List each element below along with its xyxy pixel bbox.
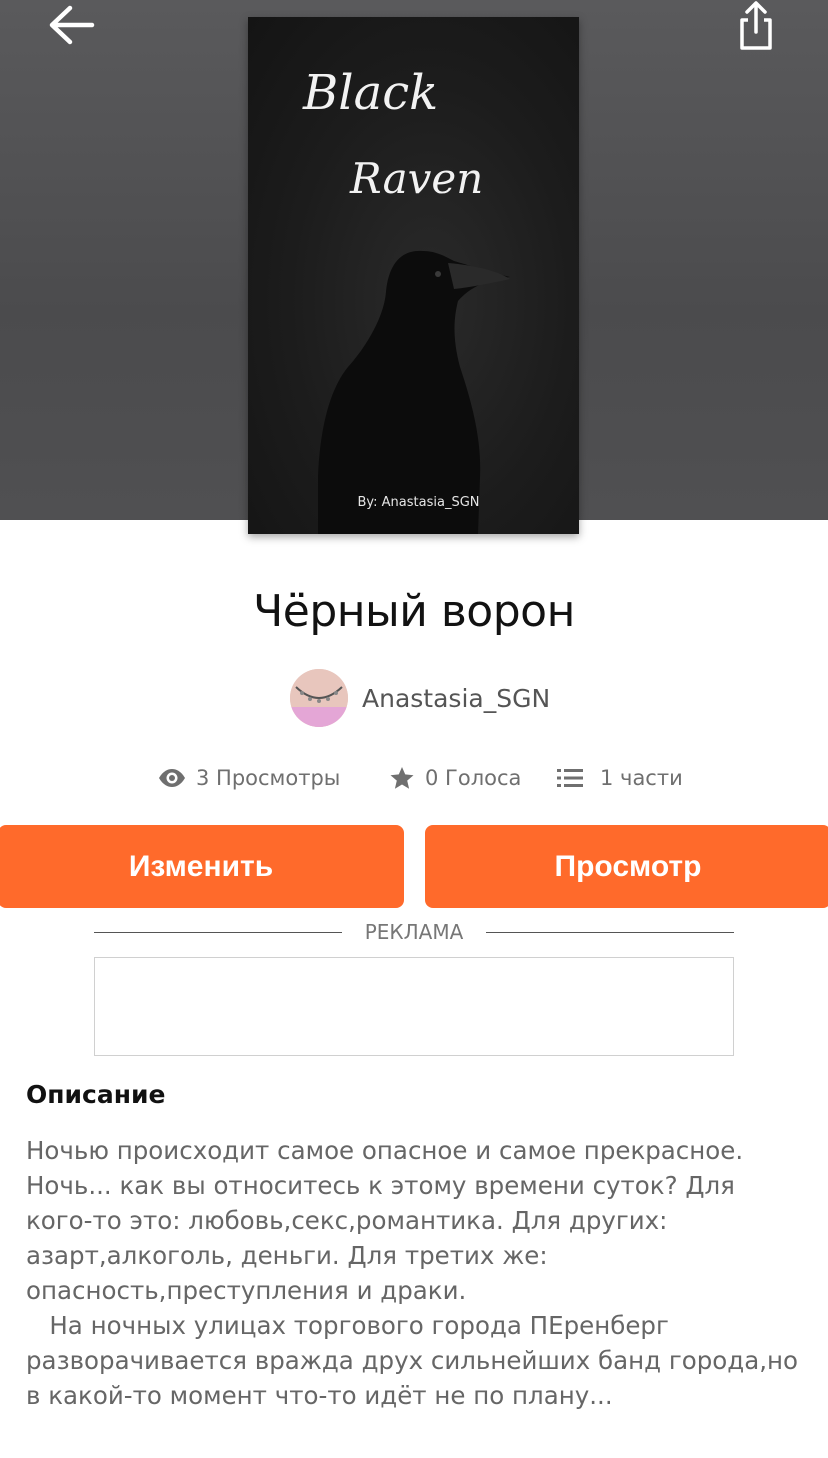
description-heading: Описание <box>26 1080 166 1109</box>
share-button[interactable] <box>732 0 780 54</box>
edit-button[interactable]: Изменить <box>0 825 404 908</box>
eye-icon <box>159 769 185 787</box>
parts-stat: 1 части <box>556 758 683 798</box>
arrow-left-icon <box>49 5 95 45</box>
list-icon <box>557 769 583 787</box>
ad-slot[interactable] <box>94 957 734 1056</box>
share-icon <box>740 1 772 50</box>
cover-author: By: Anastasia_SGN <box>357 495 480 510</box>
parts-count: 1 части <box>600 766 683 790</box>
cover-art: Black Raven <box>302 65 510 534</box>
views-stat: 3 Просмотры <box>158 758 340 798</box>
votes-count: 0 Голоса <box>425 766 522 790</box>
description-text: Ночью происходит самое опасное и самое п… <box>26 1136 799 1410</box>
ad-label: РЕКЛАМА <box>364 920 464 944</box>
story-stats: 3 Просмотры 0 Голоса 1 части <box>0 758 828 798</box>
author-name: Anastasia_SGN <box>362 683 551 713</box>
divider <box>94 932 342 933</box>
view-button[interactable]: Просмотр <box>425 825 828 908</box>
story-title: Чёрный ворон <box>253 586 575 637</box>
star-icon <box>390 767 414 789</box>
divider <box>486 932 734 933</box>
views-count: 3 Просмотры <box>196 766 341 790</box>
author-link[interactable]: Anastasia_SGN <box>290 668 550 728</box>
cover-title-line2: Raven <box>349 154 483 203</box>
ad-label-row: РЕКЛАМА <box>94 918 734 946</box>
story-cover[interactable]: Black Raven By: Anastasia_SGN <box>248 17 579 534</box>
avatar <box>290 669 348 727</box>
back-button[interactable] <box>44 2 100 50</box>
votes-stat: 0 Голоса <box>389 758 521 798</box>
raven-icon <box>318 250 510 534</box>
cover-title-line1: Black <box>302 65 438 121</box>
